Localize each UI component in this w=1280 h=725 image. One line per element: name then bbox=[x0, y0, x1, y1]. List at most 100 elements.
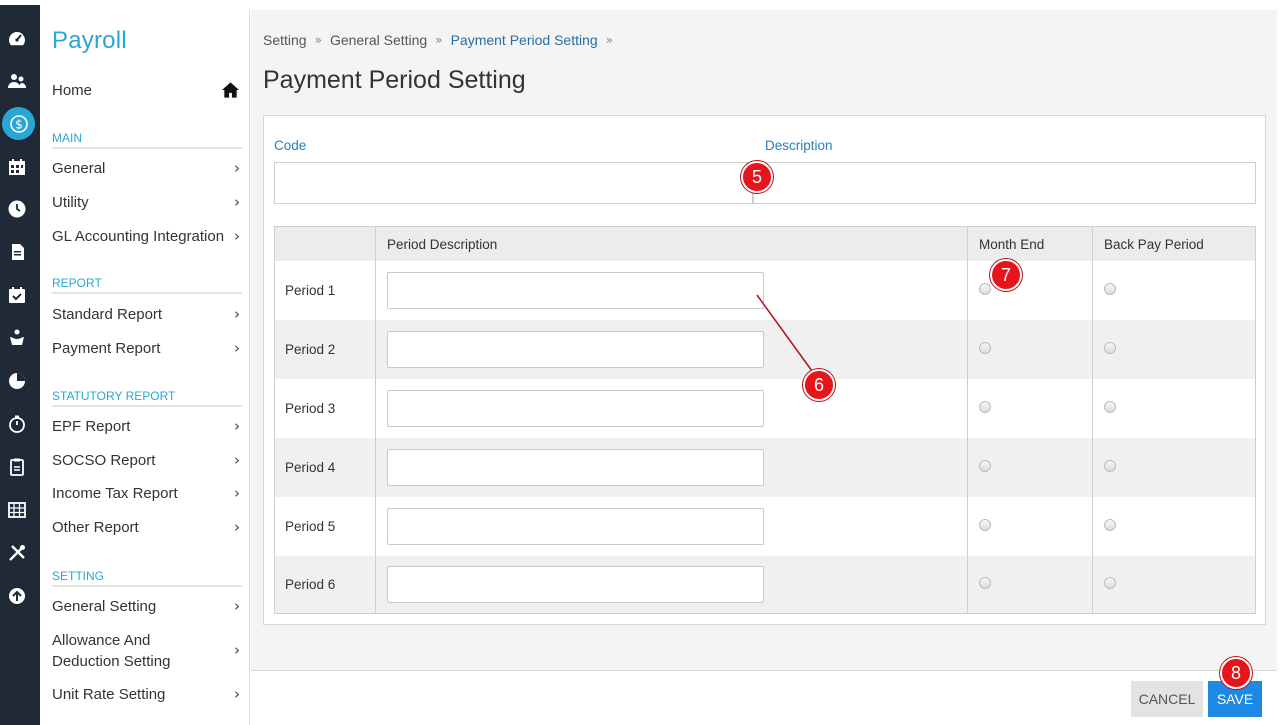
period-table: Period Description Month End Back Pay Pe… bbox=[274, 226, 1256, 614]
month-end-radio[interactable] bbox=[979, 577, 991, 589]
month-end-radio[interactable] bbox=[979, 519, 991, 531]
sidebar-item-standard-report[interactable]: Standard Report › bbox=[52, 304, 242, 325]
month-end-radio[interactable] bbox=[979, 460, 991, 472]
upload-icon[interactable] bbox=[0, 579, 34, 613]
sidebar-item-label: Utility bbox=[52, 194, 89, 211]
breadcrumb-separator-icon: » bbox=[435, 33, 443, 47]
table-row: Period 5 bbox=[275, 497, 1255, 556]
sidebar-item-utility[interactable]: Utility › bbox=[52, 192, 242, 213]
period-label: Period 2 bbox=[285, 342, 336, 357]
breadcrumb-item[interactable]: General Setting bbox=[330, 32, 427, 48]
table-row: Period 4 bbox=[275, 438, 1255, 497]
month-end-radio[interactable] bbox=[979, 401, 991, 413]
users-icon[interactable] bbox=[0, 64, 34, 98]
sidebar-item-label: Payment Report bbox=[52, 340, 161, 357]
code-label: Code bbox=[274, 138, 307, 153]
sidebar-item-gl-accounting[interactable]: GL Accounting Integration › bbox=[52, 226, 242, 247]
table-row: Period 3 bbox=[275, 379, 1255, 438]
period-description-input[interactable] bbox=[387, 272, 764, 309]
sidebar-item-label: SOCSO Report bbox=[52, 452, 156, 469]
timer-icon[interactable] bbox=[0, 407, 34, 441]
table-row: Period 2 bbox=[275, 320, 1255, 379]
code-input[interactable] bbox=[274, 162, 753, 204]
period-description-input[interactable] bbox=[387, 331, 764, 368]
sidebar-item-general-setting[interactable]: General Setting › bbox=[52, 596, 242, 617]
section-header-report: REPORT bbox=[52, 274, 242, 294]
annotation-marker: 8 bbox=[1220, 657, 1252, 689]
chevron-right-icon: › bbox=[234, 227, 240, 245]
description-label: Description bbox=[765, 138, 833, 153]
month-end-radio[interactable] bbox=[979, 342, 991, 354]
column-header-month-end: Month End bbox=[979, 236, 1045, 252]
calendar-check-icon[interactable] bbox=[0, 278, 34, 312]
sidebar-item-epf-report[interactable]: EPF Report › bbox=[52, 416, 242, 437]
breadcrumb-current[interactable]: Payment Period Setting bbox=[451, 32, 598, 48]
back-pay-period-radio[interactable] bbox=[1104, 283, 1116, 295]
back-pay-period-radio[interactable] bbox=[1104, 577, 1116, 589]
back-pay-period-radio[interactable] bbox=[1104, 342, 1116, 354]
period-label: Period 6 bbox=[285, 577, 336, 592]
annotation-marker: 5 bbox=[741, 161, 773, 193]
sidebar-item-income-tax-report[interactable]: Income Tax Report › bbox=[52, 483, 242, 504]
table-divider bbox=[967, 227, 968, 613]
annotation-marker: 7 bbox=[990, 259, 1022, 291]
sidebar-item-other-report[interactable]: Other Report › bbox=[52, 517, 242, 538]
description-input[interactable] bbox=[753, 162, 1256, 204]
sidebar-item-home[interactable]: Home bbox=[52, 76, 240, 104]
table-divider bbox=[375, 227, 376, 613]
table-divider bbox=[1092, 227, 1093, 613]
pie-chart-icon[interactable] bbox=[0, 364, 34, 398]
app-title: Payroll bbox=[52, 27, 127, 54]
clock-icon[interactable] bbox=[0, 192, 34, 226]
table-icon[interactable] bbox=[0, 493, 34, 527]
icon-rail: $ bbox=[0, 5, 40, 725]
svg-text:$: $ bbox=[15, 117, 23, 131]
app-frame: $ Payroll Home MAIN General › Utility › … bbox=[0, 0, 1280, 725]
back-pay-period-radio[interactable] bbox=[1104, 460, 1116, 472]
page-title: Payment Period Setting bbox=[263, 66, 526, 94]
sidebar-item-label: Income Tax Report bbox=[52, 485, 178, 502]
clipboard-icon[interactable] bbox=[0, 450, 34, 484]
sidebar-item-label: Other Report bbox=[52, 519, 139, 536]
dashboard-icon[interactable] bbox=[0, 22, 34, 56]
hands-icon[interactable] bbox=[0, 321, 34, 355]
chevron-right-icon: › bbox=[234, 193, 240, 211]
chevron-right-icon: › bbox=[234, 305, 240, 323]
chevron-right-icon: › bbox=[234, 451, 240, 469]
breadcrumb-item[interactable]: Setting bbox=[263, 32, 307, 48]
tools-icon[interactable] bbox=[0, 536, 34, 570]
sidebar-item-general[interactable]: General › bbox=[52, 158, 242, 179]
annotation-marker: 6 bbox=[803, 369, 835, 401]
sidebar-item-label: Home bbox=[52, 81, 93, 99]
table-row: Period 6 bbox=[275, 556, 1255, 613]
period-description-input[interactable] bbox=[387, 566, 764, 603]
sidebar-item-allowance-deduction-setting[interactable]: Allowance And Deduction Setting › bbox=[52, 630, 242, 672]
period-description-input[interactable] bbox=[387, 449, 764, 486]
sidebar-item-label: General bbox=[52, 160, 106, 177]
sidebar-item-socso-report[interactable]: SOCSO Report › bbox=[52, 450, 242, 471]
chevron-right-icon: › bbox=[234, 339, 240, 357]
sidebar-item-label: Standard Report bbox=[52, 306, 163, 323]
sidebar-item-unit-rate-setting[interactable]: Unit Rate Setting › bbox=[52, 684, 242, 705]
footer-bar: CANCEL SAVE bbox=[251, 670, 1277, 725]
payroll-dollar-icon[interactable]: $ bbox=[2, 107, 35, 140]
back-pay-period-radio[interactable] bbox=[1104, 519, 1116, 531]
period-description-input[interactable] bbox=[387, 390, 764, 427]
cancel-button[interactable]: CANCEL bbox=[1131, 681, 1203, 717]
main-content: Setting » General Setting » Payment Peri… bbox=[251, 10, 1277, 725]
back-pay-period-radio[interactable] bbox=[1104, 401, 1116, 413]
chevron-right-icon: › bbox=[234, 518, 240, 536]
calendar-icon[interactable] bbox=[0, 150, 34, 184]
sidebar-item-label: Unit Rate Setting bbox=[52, 686, 166, 703]
period-description-input[interactable] bbox=[387, 508, 764, 545]
period-label: Period 4 bbox=[285, 460, 336, 475]
column-header-back-pay-period: Back Pay Period bbox=[1104, 236, 1204, 252]
column-header-period-description: Period Description bbox=[387, 236, 498, 252]
table-row: Period 1 bbox=[275, 261, 1255, 320]
chevron-right-icon: › bbox=[234, 417, 240, 435]
document-icon[interactable] bbox=[0, 235, 34, 269]
sidebar-item-label: General Setting bbox=[52, 598, 157, 615]
month-end-radio[interactable] bbox=[979, 283, 991, 295]
sidebar-item-payment-report[interactable]: Payment Report › bbox=[52, 338, 242, 359]
period-label: Period 3 bbox=[285, 401, 336, 416]
